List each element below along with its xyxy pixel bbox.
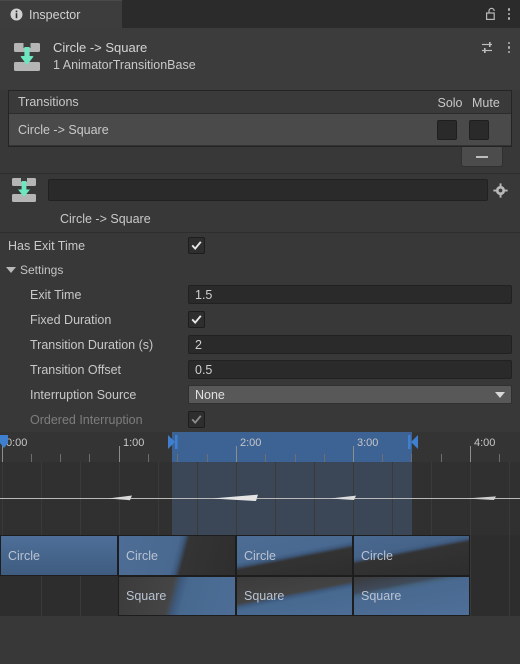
transition-timeline[interactable]: 0:00 1:00 2:00 3:00 4:00 Circle Circle S… — [0, 432, 520, 616]
list-item[interactable]: Square — [118, 576, 236, 616]
kebab-menu-icon[interactable] — [507, 41, 511, 55]
list-item[interactable]: Circle — [353, 535, 470, 576]
transitions-header-label: Transitions — [18, 95, 79, 109]
gear-icon[interactable] — [492, 182, 508, 198]
transition-offset-input[interactable]: 0.5 — [188, 360, 512, 379]
column-header-mute: Mute — [472, 95, 500, 110]
solo-checkbox[interactable] — [437, 119, 457, 140]
transition-duration-field: 2 — [188, 335, 512, 354]
transitions-header: Transitions Solo Mute — [9, 91, 511, 114]
settings-foldout-label: Settings — [20, 263, 64, 277]
fixed-duration-field — [188, 311, 512, 328]
property-row-exit-time: Exit Time 1.5 — [0, 282, 520, 307]
transition-row-toggles — [425, 114, 509, 145]
tick-label: 4:00 — [474, 437, 496, 449]
window-tab-bar: Inspector — [0, 0, 520, 28]
state-block-label: Circle — [361, 548, 393, 563]
waveform-curve — [108, 494, 496, 501]
state-block-label: Circle — [8, 548, 40, 563]
state-block-label: Square — [244, 589, 285, 603]
chevron-down-icon — [6, 267, 16, 273]
transitions-columns: Solo Mute — [428, 91, 512, 114]
object-header: Circle -> Square 1 AnimatorTransitionBas… — [0, 28, 520, 90]
tab-bar-spacer — [122, 0, 485, 28]
property-row-has-exit-time: Has Exit Time — [0, 233, 520, 258]
transition-offset-label: Transition Offset — [30, 362, 122, 377]
animator-transition-icon — [10, 40, 44, 74]
transition-name-row — [0, 174, 520, 206]
animator-transition-icon — [10, 177, 38, 203]
transition-duration-label: Transition Duration (s) — [30, 337, 154, 352]
properties-section: Has Exit Time Settings Exit Time 1.5 Fix… — [0, 233, 520, 432]
list-item[interactable]: Circle — [236, 535, 353, 576]
exit-time-input[interactable]: 1.5 — [188, 285, 512, 304]
playhead-marker[interactable] — [0, 435, 11, 453]
transitions-footer — [8, 147, 512, 173]
lock-icon[interactable] — [485, 7, 498, 21]
exit-time-label: Exit Time — [30, 287, 82, 302]
settings-gear-wrap — [488, 182, 512, 198]
exit-time-field: 1.5 — [188, 285, 512, 304]
state-block-label: Circle — [126, 548, 158, 563]
object-header-texts: Circle -> Square 1 AnimatorTransitionBas… — [53, 38, 196, 72]
list-item[interactable]: Circle — [118, 535, 236, 576]
table-row[interactable]: Circle -> Square — [9, 114, 511, 146]
tick-label: 3:00 — [357, 437, 379, 449]
interruption-source-dropdown[interactable]: None — [188, 385, 512, 404]
transition-duration-input[interactable]: 2 — [188, 335, 512, 354]
state-block-label: Square — [126, 589, 167, 603]
property-row-transition-offset: Transition Offset 0.5 — [0, 357, 520, 382]
interruption-source-field: None — [188, 385, 512, 404]
chevron-down-icon — [495, 392, 505, 398]
window-controls — [485, 0, 520, 28]
property-row-interruption-source: Interruption Source None — [0, 382, 520, 407]
mute-checkbox[interactable] — [469, 119, 489, 140]
tab-inspector[interactable]: Inspector — [0, 0, 122, 28]
solo-checkbox-cell — [425, 119, 469, 140]
transitions-box: Transitions Solo Mute Circle -> Square — [8, 90, 512, 147]
transition-row-label: Circle -> Square — [18, 122, 109, 137]
settings-foldout[interactable]: Settings — [0, 258, 520, 282]
timeline-waveform — [0, 462, 520, 535]
interruption-source-value: None — [195, 387, 225, 402]
list-item[interactable]: Circle — [0, 535, 118, 576]
interruption-source-label: Interruption Source — [30, 387, 137, 402]
remove-transition-button[interactable] — [461, 147, 503, 167]
transitions-section: Transitions Solo Mute Circle -> Square — [0, 90, 520, 173]
tick-label: 2:00 — [240, 437, 262, 449]
transition-offset-field: 0.5 — [188, 360, 512, 379]
tab-inspector-label: Inspector — [29, 7, 81, 22]
transition-name-input[interactable] — [48, 179, 488, 201]
object-subtitle: 1 AnimatorTransitionBase — [53, 58, 196, 72]
has-exit-time-checkbox[interactable] — [188, 237, 205, 254]
ordered-interruption-field — [188, 411, 512, 428]
kebab-menu-icon[interactable] — [507, 7, 511, 21]
list-item[interactable]: Square — [236, 576, 353, 616]
has-exit-time-label: Has Exit Time — [8, 238, 86, 253]
mute-checkbox-cell — [469, 119, 509, 140]
list-item[interactable]: Square — [353, 576, 470, 616]
fixed-duration-label: Fixed Duration — [30, 312, 112, 327]
tick-label: 1:00 — [123, 437, 145, 449]
timeline-ruler[interactable]: 0:00 1:00 2:00 3:00 4:00 — [0, 432, 520, 463]
transition-end-marker[interactable] — [408, 435, 420, 453]
ordered-interruption-label: Ordered Interruption — [30, 412, 143, 427]
property-row-ordered-interruption: Ordered Interruption — [0, 407, 520, 432]
preset-icon[interactable] — [481, 40, 496, 55]
transition-start-marker[interactable] — [168, 435, 180, 453]
property-row-transition-duration: Transition Duration (s) 2 — [0, 332, 520, 357]
timeline-state-blocks: Circle Circle Square Circle Square Circl… — [0, 535, 520, 616]
inspector-window: Inspector Circle -> Square 1 AnimatorTra… — [0, 0, 520, 664]
page-title: Circle -> Square — [53, 40, 148, 55]
object-header-controls — [481, 40, 511, 55]
ordered-interruption-checkbox — [188, 411, 205, 428]
info-icon — [10, 8, 23, 21]
state-block-label: Square — [361, 589, 402, 603]
has-exit-time-field — [188, 237, 512, 254]
state-block-label: Circle — [244, 548, 276, 563]
property-row-fixed-duration: Fixed Duration — [0, 307, 520, 332]
fixed-duration-checkbox[interactable] — [188, 311, 205, 328]
transition-name-sublabel: Circle -> Square — [60, 212, 151, 226]
column-header-solo: Solo — [437, 95, 463, 110]
